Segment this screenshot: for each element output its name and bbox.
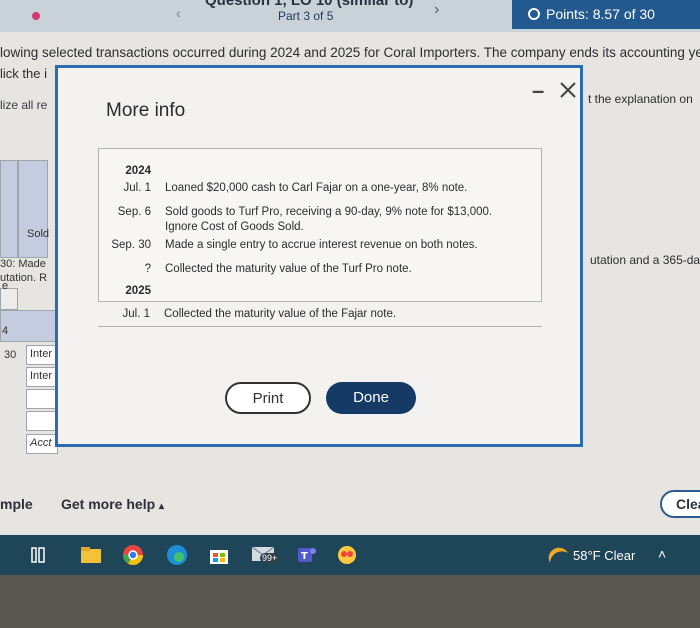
view-example-link[interactable]: mple <box>0 496 33 512</box>
table-cell: e <box>2 280 9 292</box>
year-label: 2025 <box>125 285 151 297</box>
weather-sun-icon <box>548 547 568 563</box>
journal-table: Sold 30: Made utation. R e 4 30 Inter In… <box>0 160 58 454</box>
table-cell: 4 <box>2 325 9 337</box>
app-icon[interactable] <box>336 544 358 566</box>
clear-all-button[interactable]: Clea <box>660 490 700 518</box>
transaction-date: Sep. 30 <box>111 239 151 251</box>
transaction-date: ? <box>144 263 151 275</box>
account-input[interactable] <box>26 389 58 409</box>
mail-badge: 99+ <box>260 553 280 563</box>
edge-icon[interactable] <box>166 544 188 566</box>
account-input[interactable]: Inter <box>26 345 58 365</box>
transaction-description: Ignore Cost of Goods Sold. <box>165 221 304 233</box>
teams-icon[interactable]: T <box>296 544 318 566</box>
task-view-icon[interactable] <box>30 546 46 564</box>
more-info-dialog: More info – 2024 Jul. 1 Loaned $20,000 c… <box>55 65 583 447</box>
points-text: Points: 8.57 of 30 <box>546 6 655 22</box>
print-button[interactable]: Print <box>225 382 311 414</box>
get-more-help-link[interactable]: Get more help ▴ <box>61 496 164 512</box>
table-cell: Sold <box>27 228 50 240</box>
transaction-description: Collected the maturity value of the Turf… <box>165 263 412 275</box>
transaction-date: Jul. 1 <box>122 308 151 320</box>
done-button[interactable]: Done <box>326 382 416 414</box>
table-cell: 30 <box>4 349 17 361</box>
question-title: Question 1, LO 10 (similar to) <box>205 0 414 9</box>
points-icon <box>528 8 540 20</box>
transaction-description: Sold goods to Turf Pro, receiving a 90-d… <box>165 206 493 218</box>
dialog-title: More info <box>106 100 186 121</box>
year-label: 2024 <box>125 165 151 177</box>
weather-status[interactable]: 58°F Clear <box>573 548 635 563</box>
screen: ‹ Question 1, LO 10 (similar to) Part 3 … <box>0 0 700 628</box>
explanation-fragment: t the explanation on <box>588 92 693 106</box>
next-part-icon[interactable]: › <box>434 1 439 19</box>
svg-text:T: T <box>301 551 308 562</box>
caret-up-icon: ▴ <box>159 501 165 512</box>
transaction-description: Collected the maturity value of the Faja… <box>164 308 397 320</box>
file-explorer-icon[interactable] <box>80 546 102 564</box>
monitor-bezel <box>0 575 700 628</box>
table-divider <box>98 326 542 327</box>
chrome-icon[interactable] <box>122 544 144 566</box>
chevron-up-icon[interactable]: ˄ <box>658 546 666 562</box>
minimize-button[interactable]: – <box>532 78 544 104</box>
question-text: lowing selected transactions occurred du… <box>0 45 700 60</box>
previous-part-icon[interactable]: ‹ <box>176 5 181 21</box>
computation-fragment: utation and a 365-da <box>590 253 700 267</box>
status-dot <box>32 12 40 20</box>
mail-icon[interactable]: 99+ <box>251 545 280 565</box>
points-indicator: Points: 8.57 of 30 <box>512 0 700 29</box>
question-header: ‹ Question 1, LO 10 (similar to) Part 3 … <box>0 0 700 32</box>
transaction-description: Loaned $20,000 cash to Carl Fajar on a o… <box>165 182 468 194</box>
close-icon[interactable] <box>558 80 578 100</box>
transaction-date: Sep. 6 <box>117 206 151 218</box>
transaction-description: Made a single entry to accrue interest r… <box>165 239 478 251</box>
part-indicator: Part 3 of 5 <box>278 9 334 23</box>
transaction-date: Jul. 1 <box>123 182 152 194</box>
get-more-help-label: Get more help <box>61 496 156 512</box>
account-input[interactable] <box>26 411 58 431</box>
click-instruction: lick the i <box>0 66 47 81</box>
account-input[interactable]: Inter <box>26 367 58 387</box>
transactions-table: 2024 Jul. 1 Loaned $20,000 cash to Carl … <box>98 148 542 302</box>
utilize-instruction: lize all re <box>0 98 48 112</box>
account-input[interactable]: Acct <box>26 434 58 454</box>
table-cell: 30: Made <box>0 258 46 270</box>
store-icon[interactable] <box>208 544 230 566</box>
